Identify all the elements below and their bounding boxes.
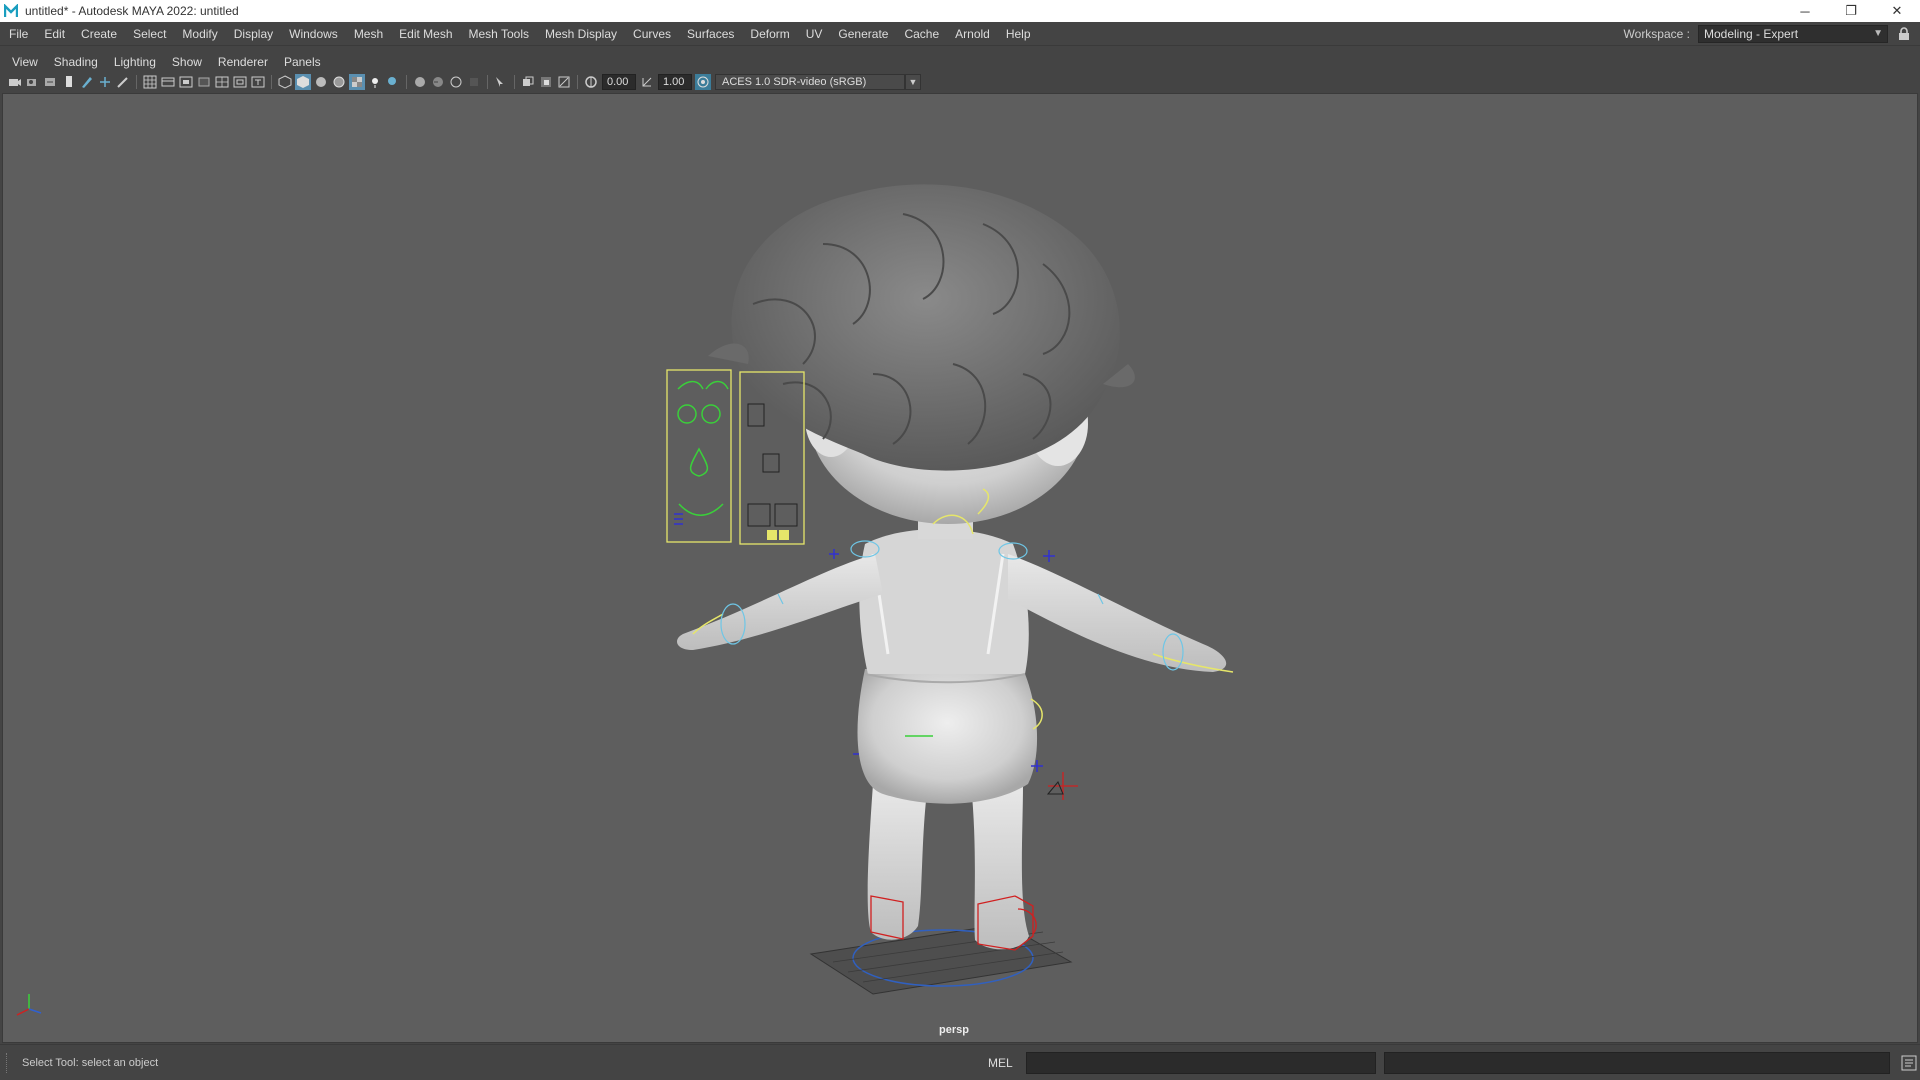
xray-joints-icon[interactable] [556,74,572,90]
menu-arnold[interactable]: Arnold [947,22,998,46]
menu-create[interactable]: Create [73,22,125,46]
workspace-dropdown[interactable]: Modeling - Expert ▼ [1698,25,1888,43]
depth-of-field-icon[interactable] [466,74,482,90]
main-menubar: File Edit Create Select Modify Display W… [0,22,1920,46]
menu-edit[interactable]: Edit [36,22,73,46]
menu-surfaces[interactable]: Surfaces [679,22,742,46]
safe-action-icon[interactable] [232,74,248,90]
wireframe-icon[interactable] [277,74,293,90]
xray-icon[interactable] [520,74,536,90]
film-gate-icon[interactable] [160,74,176,90]
view-transform-dropdown-icon[interactable]: ▼ [905,74,921,90]
menu-uv[interactable]: UV [798,22,831,46]
panel-menu-shading[interactable]: Shading [46,52,106,72]
panel-menu-renderer[interactable]: Renderer [210,52,276,72]
menu-select[interactable]: Select [125,22,174,46]
grease-pencil-icon[interactable] [79,74,95,90]
help-line-message: Select Tool: select an object [22,1056,159,1069]
status-grip [6,1052,12,1073]
menu-edit-mesh[interactable]: Edit Mesh [391,22,460,46]
default-material-icon[interactable] [313,74,329,90]
menu-deform[interactable]: Deform [742,22,797,46]
motion-blur-icon[interactable] [430,74,446,90]
restore-button[interactable]: ❐ [1828,0,1874,22]
command-line-input[interactable] [1026,1051,1376,1074]
persp-viewport[interactable]: persp [2,93,1918,1043]
gamma-field[interactable]: 1.00 [658,74,692,90]
menu-mesh-tools[interactable]: Mesh Tools [461,22,537,46]
axis-gizmo [16,994,42,1016]
anti-aliasing-icon[interactable] [448,74,464,90]
toolbar-separator [514,75,515,89]
color-management-icon[interactable] [695,74,711,90]
workspace-value: Modeling - Expert [1704,27,1799,41]
2d-pan-zoom-icon[interactable] [97,74,113,90]
grid-icon[interactable] [142,74,158,90]
script-editor-icon[interactable] [1898,1052,1920,1074]
lock-icon[interactable] [1896,25,1912,43]
menu-help[interactable]: Help [998,22,1039,46]
menu-curves[interactable]: Curves [625,22,679,46]
window-title: untitled* - Autodesk MAYA 2022: untitled [25,4,239,18]
menu-generate[interactable]: Generate [830,22,896,46]
smooth-shade-icon[interactable] [295,74,311,90]
gamma-icon[interactable] [639,74,655,90]
gate-mask-icon[interactable] [196,74,212,90]
use-all-lights-icon[interactable] [367,74,383,90]
panel-menu-panels[interactable]: Panels [276,52,329,72]
minimize-button[interactable]: ─ [1782,0,1828,22]
shadows-icon[interactable] [385,74,401,90]
view-transform-display[interactable]: ACES 1.0 SDR-video (sRGB) [715,74,905,90]
close-button[interactable]: ✕ [1874,0,1920,22]
scene-view[interactable] [3,94,1918,1043]
status-bar: Select Tool: select an object MEL [0,1044,1920,1080]
workspace-selector: Workspace : Modeling - Expert ▼ [1624,22,1912,46]
panel-menubar: View Shading Lighting Show Renderer Pane… [0,52,1920,72]
field-chart-icon[interactable] [214,74,230,90]
character-legs[interactable] [867,784,1029,950]
title-bar: untitled* - Autodesk MAYA 2022: untitled… [0,0,1920,22]
window-controls: ─ ❐ ✕ [1782,0,1920,22]
select-camera-icon[interactable] [7,74,23,90]
menu-modify[interactable]: Modify [174,22,225,46]
menu-mesh-display[interactable]: Mesh Display [537,22,625,46]
maya-logo-icon [3,3,19,19]
menu-windows[interactable]: Windows [281,22,346,46]
panel-menu-show[interactable]: Show [164,52,210,72]
camera-attributes-icon[interactable] [25,74,41,90]
command-result-field [1384,1051,1890,1074]
isolate-select-icon[interactable] [493,74,509,90]
camera-name-label: persp [939,1024,969,1036]
panel-toolbar: 0.00 1.00 ACES 1.0 SDR-video (sRGB) ▼ [0,72,1920,92]
exposure-field[interactable]: 0.00 [602,74,636,90]
menu-cache[interactable]: Cache [896,22,947,46]
exposure-icon[interactable] [583,74,599,90]
safe-title-icon[interactable] [250,74,266,90]
menu-file[interactable]: File [0,22,36,46]
character-hair[interactable] [708,184,1135,471]
workspace-label: Workspace : [1623,27,1690,41]
script-type-label[interactable]: MEL [988,1056,1018,1070]
menu-mesh[interactable]: Mesh [346,22,391,46]
ground-grid [809,923,1073,995]
toolbar-separator [136,75,137,89]
xray-active-components-icon[interactable] [538,74,554,90]
bookmarks-icon[interactable] [43,74,59,90]
toolbar-separator [271,75,272,89]
textured-icon[interactable] [349,74,365,90]
resolution-gate-icon[interactable] [178,74,194,90]
panel-menu-lighting[interactable]: Lighting [106,52,164,72]
toolbar-separator [487,75,488,89]
panel-menu-view[interactable]: View [4,52,46,72]
menu-display[interactable]: Display [226,22,281,46]
screen-space-ao-icon[interactable] [412,74,428,90]
wireframe-on-shaded-icon[interactable] [331,74,347,90]
pencil-icon[interactable] [115,74,131,90]
chevron-down-icon: ▼ [1873,28,1883,39]
image-plane-icon[interactable] [61,74,77,90]
toolbar-separator [406,75,407,89]
toolbar-separator [577,75,578,89]
